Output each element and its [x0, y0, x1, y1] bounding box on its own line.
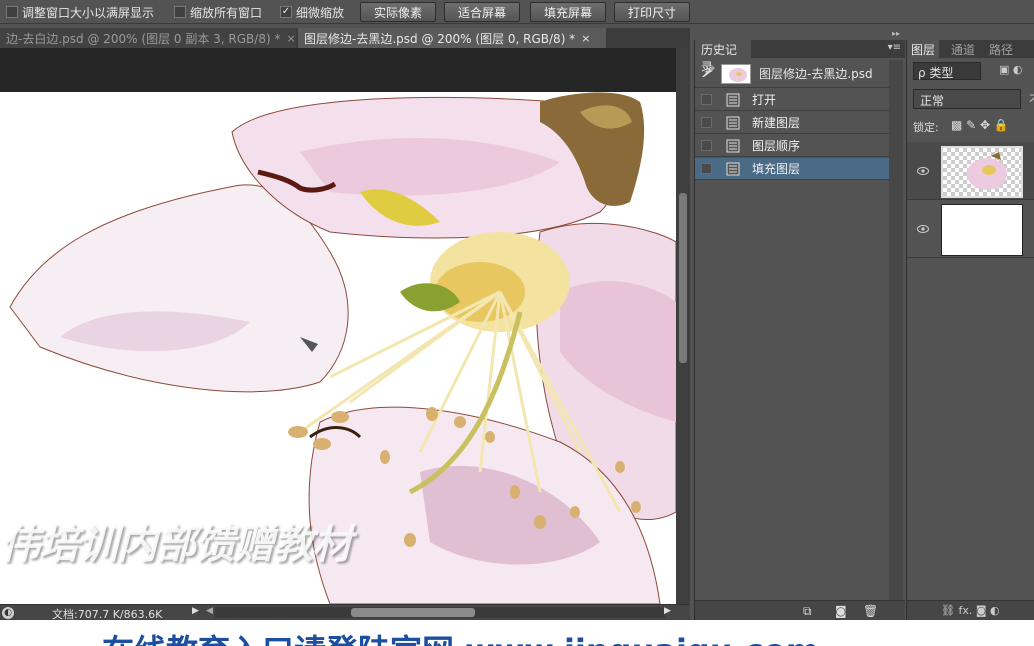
history-item-label: 填充图层	[752, 162, 801, 176]
zoom-all-option[interactable]: 缩放所有窗口	[174, 4, 262, 20]
scroll-left-arrow-icon[interactable]: ◀	[206, 606, 213, 616]
layer-row-background[interactable]	[907, 200, 1034, 258]
history-state-icon	[726, 139, 740, 153]
snapshot-label: 图层修边-去黑边.psd	[759, 67, 873, 81]
tab-remove-white-edge[interactable]: 边-去白边.psd @ 200% (图层 0 副本 3, RGB/8) * ×	[0, 28, 296, 48]
resize-windows-checkbox[interactable]	[6, 6, 18, 18]
watermark-text: 伟培训内部馈赠教材	[0, 522, 352, 568]
tab-label: 边-去白边.psd @ 200% (图层 0 副本 3, RGB/8) *	[6, 31, 281, 46]
camera-snapshot-icon[interactable]: ◙	[835, 604, 847, 618]
history-source-checkbox[interactable]	[701, 163, 712, 174]
close-icon[interactable]: ×	[581, 32, 590, 45]
history-brush-icon[interactable]	[701, 66, 719, 81]
history-state-icon	[726, 162, 740, 176]
close-icon[interactable]: ×	[286, 32, 295, 45]
scroll-right-arrow-icon[interactable]: ▶	[664, 606, 671, 616]
vertical-scrollbar[interactable]	[676, 48, 690, 604]
document-canvas[interactable]: 伟培训内部馈赠教材	[0, 92, 676, 604]
document-tab-bar: 边-去白边.psd @ 200% (图层 0 副本 3, RGB/8) * × …	[0, 28, 690, 48]
tab-label: 图层修边-去黑边.psd @ 200% (图层 0, RGB/8) *	[304, 31, 576, 46]
history-scrollbar[interactable]	[889, 60, 903, 600]
history-source-checkbox[interactable]	[701, 140, 712, 151]
blend-mode-select[interactable]: 正常	[913, 89, 1021, 109]
history-state-icon	[726, 116, 740, 130]
history-item-fill-layer[interactable]: 填充图层	[695, 158, 889, 180]
snapshot-thumbnail	[721, 63, 751, 84]
scrubby-zoom-option[interactable]: ✓ 细微缩放	[280, 4, 344, 20]
history-item-new-layer[interactable]: 新建图层	[695, 112, 889, 134]
history-source-checkbox[interactable]	[701, 94, 712, 105]
print-size-button[interactable]: 打印尺寸	[614, 2, 690, 22]
photoshop-window: 调整窗口大小以满屏显示 缩放所有窗口 ✓ 细微缩放 实际像素 适合屏幕 填充屏幕…	[0, 0, 1034, 646]
layer-thumbnail[interactable]	[941, 146, 1023, 198]
horizontal-scrollbar[interactable]	[215, 607, 665, 618]
scrubby-zoom-checkbox[interactable]: ✓	[280, 6, 292, 18]
zoom-all-checkbox[interactable]	[174, 6, 186, 18]
history-footer: ⧉ ◙ 🗑	[695, 600, 905, 620]
bottom-banner: 在线教育入口请登陆官网 www.jinguaiqu.com	[0, 620, 1034, 646]
history-panel-header: 历史记录 ▾≡	[695, 40, 905, 74]
layer-thumbnail[interactable]	[941, 204, 1023, 256]
new-document-from-state-icon[interactable]: ⧉	[803, 604, 812, 619]
fill-screen-button[interactable]: 填充屏幕	[530, 2, 606, 22]
lock-icons[interactable]: ▩ ✎ ✥ 🔒	[951, 118, 1009, 132]
panel-menu-icon[interactable]: ▾≡	[888, 42, 901, 53]
collapse-panels-icon[interactable]: ▸▸	[892, 29, 900, 38]
scrubby-zoom-label: 细微缩放	[296, 5, 345, 20]
tab-channels[interactable]: 通道	[947, 40, 979, 58]
zoom-all-label: 缩放所有窗口	[190, 5, 263, 20]
history-item-label: 新建图层	[752, 116, 801, 130]
history-snapshot[interactable]: 图层修边-去黑边.psd	[695, 60, 889, 88]
tab-layers[interactable]: 图层	[907, 40, 940, 58]
tab-paths[interactable]: 路径	[985, 40, 1017, 58]
layers-panel: 图层 通道 路径 ρ 类型 ▣ ◐ 正常 不 锁定: ▩ ✎ ✥ 🔒 ⛓ fx.…	[906, 40, 1034, 620]
history-item-open[interactable]: 打开	[695, 89, 889, 111]
lock-label: 锁定:	[913, 121, 939, 134]
resize-windows-label: 调整窗口大小以满屏显示	[22, 5, 155, 20]
status-menu-icon[interactable]: ◐	[2, 607, 14, 619]
visibility-eye-icon[interactable]	[917, 222, 929, 236]
status-bar: ◐ 文档:707.7 K/863.6K ▶ ◀ ▶	[0, 604, 690, 621]
history-panel: 历史记录 ▾≡ 图层修边-去黑边.psd 打开 新建图层 图层顺序 填充图层 ⧉…	[694, 40, 905, 620]
history-item-layer-order[interactable]: 图层顺序	[695, 135, 889, 157]
options-bar: 调整窗口大小以满屏显示 缩放所有窗口 ✓ 细微缩放 实际像素 适合屏幕 填充屏幕…	[0, 0, 1034, 24]
history-item-label: 图层顺序	[752, 139, 801, 153]
resize-windows-option[interactable]: 调整窗口大小以满屏显示	[6, 4, 154, 20]
layer-filter-icons[interactable]: ▣ ◐	[999, 63, 1023, 76]
layer-filter-select[interactable]: ρ 类型	[913, 62, 981, 80]
layers-footer: ⛓ fx. ◙ ◐	[907, 600, 1034, 620]
opacity-label: 不	[1029, 91, 1034, 108]
history-source-checkbox[interactable]	[701, 117, 712, 128]
status-info-arrow-icon[interactable]: ▶	[192, 606, 199, 616]
vertical-scroll-thumb[interactable]	[679, 193, 687, 363]
layers-footer-icons[interactable]: ⛓ fx. ◙ ◐	[941, 604, 1000, 617]
tab-history[interactable]: 历史记录	[695, 40, 751, 74]
history-item-label: 打开	[752, 93, 777, 107]
tab-remove-black-edge[interactable]: 图层修边-去黑边.psd @ 200% (图层 0, RGB/8) * ×	[298, 28, 606, 48]
horizontal-scroll-thumb[interactable]	[351, 608, 475, 617]
layers-panel-header: 图层 通道 路径	[907, 40, 1034, 58]
history-state-icon	[726, 93, 740, 107]
visibility-eye-icon[interactable]	[917, 164, 929, 178]
actual-pixels-button[interactable]: 实际像素	[360, 2, 436, 22]
trash-icon[interactable]: 🗑	[863, 604, 878, 618]
fit-screen-button[interactable]: 适合屏幕	[444, 2, 520, 22]
banner-text: 在线教育入口请登陆官网 www.jinguaiqu.com	[102, 626, 819, 646]
canvas-area[interactable]: 伟培训内部馈赠教材	[0, 48, 676, 604]
layer-row-flower[interactable]	[907, 142, 1034, 200]
